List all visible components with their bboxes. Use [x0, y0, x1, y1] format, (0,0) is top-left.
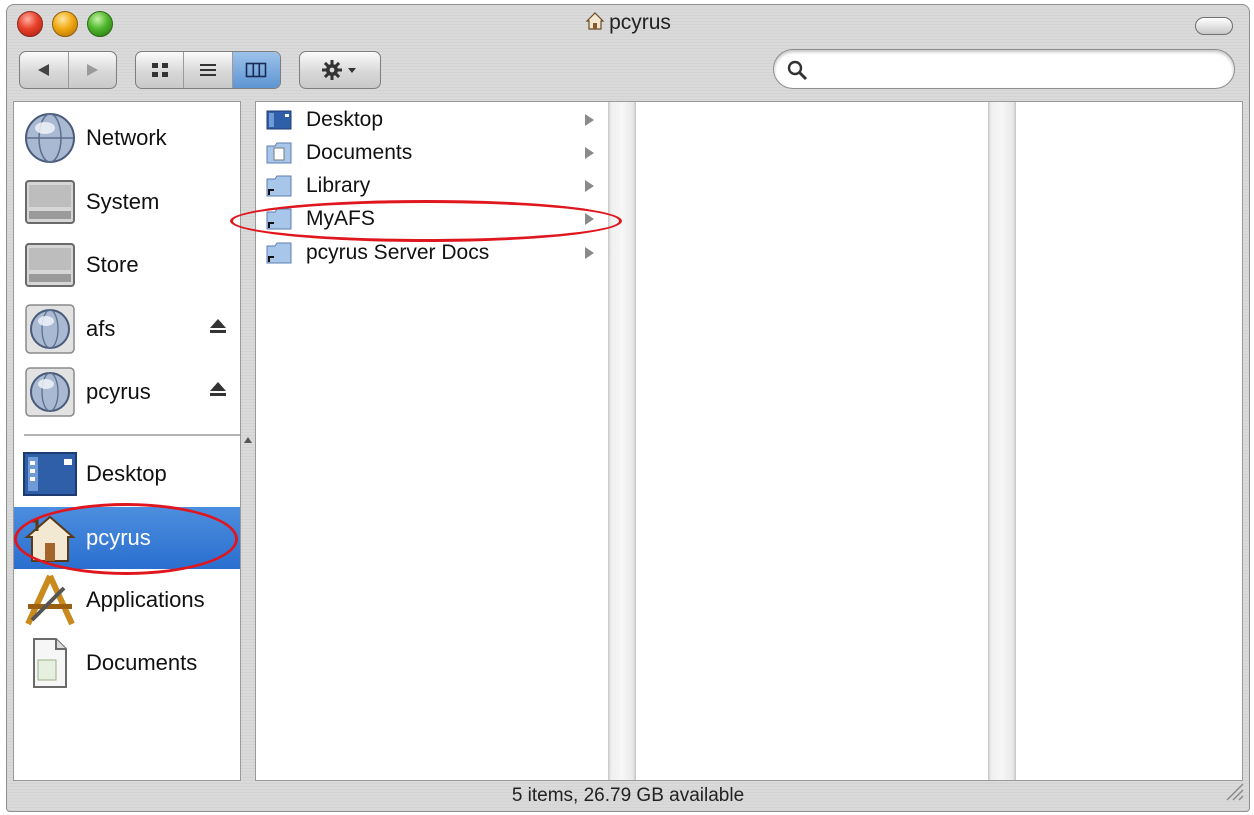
- action-menu-content: [300, 52, 380, 88]
- home-icon: [22, 510, 78, 566]
- disclosure-arrow-icon: [585, 180, 594, 192]
- status-bar: 5 items, 26.79 GB available: [511, 785, 745, 806]
- item-label: Desktop: [306, 108, 384, 131]
- sidebar-item-applications[interactable]: Applications: [14, 570, 240, 630]
- sidebar-item-pcyrus-volume[interactable]: pcyrus: [14, 362, 240, 422]
- sidebar-item-label: System: [86, 189, 160, 214]
- column-2: [636, 102, 988, 780]
- resize-grip-icon[interactable]: [1223, 780, 1245, 807]
- item-label: Documents: [306, 141, 413, 164]
- disclosure-arrow-icon: [585, 147, 594, 159]
- documents-folder-icon: [266, 142, 292, 164]
- disclosure-arrow-icon: [585, 247, 594, 259]
- disclosure-arrow-icon: [585, 114, 594, 126]
- network-volume-icon: [22, 364, 78, 420]
- network-volume-icon: [22, 301, 78, 357]
- alias-folder-icon: [266, 175, 292, 197]
- hard-drive-icon: [22, 237, 78, 293]
- view-switcher: [135, 51, 281, 89]
- window-title: pcyrus: [7, 11, 1249, 35]
- sidebar-splitter[interactable]: [241, 101, 255, 781]
- back-arrow-icon: [37, 64, 49, 76]
- list-item[interactable]: Library: [256, 170, 608, 202]
- back-button[interactable]: [20, 52, 69, 88]
- network-globe-icon: [22, 110, 78, 166]
- list-view-icon: [199, 64, 216, 76]
- column-divider[interactable]: [988, 102, 1016, 780]
- finder-window: pcyrus Network System Store afs pcyrus D…: [6, 4, 1250, 812]
- sidebar-item-label: afs: [86, 316, 116, 341]
- sidebar-item-label: Desktop: [86, 461, 167, 486]
- alias-folder-icon: [266, 242, 292, 264]
- item-label: Library: [306, 174, 371, 197]
- toolbar-toggle-button[interactable]: [1195, 17, 1233, 35]
- gear-icon: [322, 60, 356, 80]
- icon-view-button[interactable]: [136, 52, 185, 88]
- applications-icon: [22, 572, 78, 628]
- search-icon: [787, 60, 808, 81]
- disclosure-arrow-icon: [585, 213, 594, 225]
- column-3: [1016, 102, 1242, 780]
- sidebar-item-label: Applications: [86, 587, 205, 612]
- sidebar: Network System Store afs pcyrus Desktop …: [13, 101, 241, 781]
- sidebar-item-label: Documents: [86, 650, 198, 675]
- splitter-handle-icon: [244, 437, 252, 443]
- forward-button[interactable]: [69, 52, 117, 88]
- sidebar-item-store[interactable]: Store: [14, 235, 240, 295]
- icon-view-icon: [151, 63, 168, 77]
- item-label: MyAFS: [306, 207, 375, 230]
- desktop-icon: [22, 446, 78, 502]
- list-item[interactable]: Desktop: [256, 104, 608, 136]
- search-field[interactable]: [773, 49, 1235, 89]
- action-menu-button[interactable]: [299, 51, 381, 89]
- list-item[interactable]: Documents: [256, 137, 608, 169]
- title-bar[interactable]: pcyrus: [7, 5, 1249, 39]
- back-forward-control: [19, 51, 117, 89]
- column-1: Desktop Documents Library MyAFS pcyrus S…: [256, 102, 626, 780]
- window-title-text: pcyrus: [609, 11, 671, 34]
- hard-drive-icon: [22, 174, 78, 230]
- list-item[interactable]: MyAFS: [256, 203, 608, 235]
- sidebar-item-label: Store: [86, 252, 139, 277]
- sidebar-item-label: Network: [86, 125, 167, 150]
- eject-icon[interactable]: [208, 380, 228, 403]
- column-view-button[interactable]: [232, 52, 280, 88]
- item-label: pcyrus Server Docs: [306, 241, 490, 264]
- desktop-folder-icon: [266, 110, 292, 130]
- column-view-icon: [246, 62, 267, 78]
- document-icon: [22, 635, 78, 691]
- alias-folder-icon: [266, 208, 292, 230]
- column-divider[interactable]: [608, 102, 636, 780]
- sidebar-item-label: pcyrus: [86, 525, 151, 550]
- sidebar-item-label: pcyrus: [86, 379, 151, 404]
- home-icon: [585, 11, 605, 31]
- forward-arrow-icon: [87, 64, 99, 76]
- sidebar-item-home[interactable]: pcyrus: [14, 507, 240, 569]
- sidebar-item-documents[interactable]: Documents: [14, 633, 240, 693]
- sidebar-item-afs[interactable]: afs: [14, 299, 240, 359]
- sidebar-divider[interactable]: [24, 434, 240, 436]
- sidebar-item-network[interactable]: Network: [14, 108, 240, 168]
- eject-icon[interactable]: [208, 317, 228, 340]
- list-view-button[interactable]: [184, 52, 233, 88]
- column-browser: Desktop Documents Library MyAFS pcyrus S…: [255, 101, 1243, 781]
- sidebar-item-desktop[interactable]: Desktop: [14, 444, 240, 504]
- sidebar-item-system[interactable]: System: [14, 172, 240, 232]
- list-item[interactable]: pcyrus Server Docs: [256, 237, 608, 269]
